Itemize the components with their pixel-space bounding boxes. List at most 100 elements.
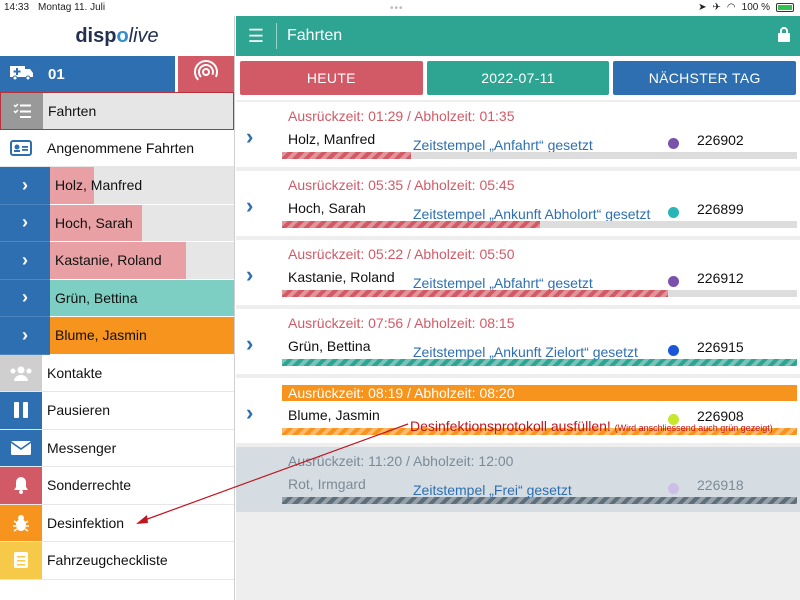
sidebar-item-sonderrechte[interactable]: Sonderrechte — [0, 467, 234, 505]
chevron-right-icon[interactable]: › — [246, 193, 253, 219]
sidebar-item-desinfektion[interactable]: Desinfektion — [0, 504, 234, 542]
chevron-right-icon[interactable]: › — [246, 124, 253, 150]
mail-icon — [0, 429, 42, 466]
sidebar-ride-label: Blume, Jasmin — [55, 327, 147, 344]
today-button[interactable]: HEUTE — [240, 61, 423, 95]
sidebar-ride-hoch-sarah[interactable]: › Hoch, Sarah — [0, 204, 234, 242]
ride-progress-cell: Hoch, Sarah — [50, 204, 234, 242]
chevron-right-icon[interactable]: › — [246, 262, 253, 288]
status-time: 14:33 — [4, 2, 30, 13]
sidebar-ride-label: Hoch, Sarah — [55, 214, 133, 231]
list-icon — [1, 93, 43, 129]
ride-number: 226912 — [697, 270, 744, 286]
sidebar-item-fahrzeugcheckliste[interactable]: Fahrzeugcheckliste — [0, 542, 234, 580]
ride-times: Ausrückzeit: 11:20 / Abholzeit: 12:00 — [288, 453, 514, 469]
ride-progress-bar — [282, 152, 797, 159]
sidebar-item-label: Sonderrechte — [47, 477, 132, 494]
radio-signal-icon — [194, 59, 219, 89]
sidebar-item-kontakte[interactable]: Kontakte — [0, 354, 234, 392]
hamburger-menu-icon[interactable]: ☰ — [236, 26, 276, 47]
ride-list: › Ausrückzeit: 01:29 / Abholzeit: 01:35 Ho… — [236, 100, 800, 600]
radio-signal-button[interactable] — [178, 56, 234, 92]
pause-icon — [0, 392, 42, 429]
ride-times: Ausrückzeit: 05:35 / Abholzeit: 05:45 — [288, 177, 515, 193]
sidebar-ride-holz-manfred[interactable]: › Holz, Manfred — [0, 167, 234, 205]
sidebar-item-label: Fahrzeugcheckliste — [47, 552, 168, 569]
ride-progress-bar — [282, 497, 797, 504]
logo-text-live: live — [128, 24, 159, 47]
annotation-main: Desinfektionsprotokoll ausfüllen! — [410, 418, 611, 434]
sidebar-item-angenommene-fahrten[interactable]: Angenommene Fahrten — [0, 129, 234, 167]
date-button[interactable]: 2022-07-11 — [426, 61, 610, 95]
sidebar: disp o live 01 Fahrten Angenommene Fahrten … — [0, 16, 235, 600]
sidebar-ride-kastanie-roland[interactable]: › Kastanie, Roland — [0, 242, 234, 280]
sidebar-item-label: Pausieren — [47, 402, 111, 419]
people-icon — [0, 354, 42, 391]
sidebar-item-pausieren[interactable]: Pausieren — [0, 392, 234, 430]
top-bar: ☰ Fahrten — [236, 16, 800, 56]
battery-icon — [776, 3, 794, 12]
ride-card[interactable]: › Ausrückzeit: 05:35 / Abholzeit: 05:45 Ho… — [236, 171, 800, 236]
ride-color-dot — [668, 207, 679, 218]
ride-patient-name: Grün, Bettina — [288, 338, 371, 354]
vehicle-selector[interactable]: 01 — [0, 56, 173, 92]
ride-number: 226915 — [697, 339, 744, 355]
ride-progress-bar — [282, 290, 797, 297]
next-day-button[interactable]: NÄCHSTER TAG — [613, 61, 797, 95]
vehicle-number: 01 — [48, 65, 65, 83]
ride-status: Zeitstempel „Frei“ gesetzt — [413, 482, 572, 498]
id-card-icon — [0, 129, 42, 166]
vehicle-divider — [172, 56, 176, 92]
sidebar-item-label: Angenommene Fahrten — [47, 139, 195, 156]
ride-times: Ausrückzeit: 01:29 / Abholzeit: 01:35 — [288, 108, 515, 124]
sidebar-item-label: Desinfektion — [47, 514, 125, 531]
sidebar-ride-label: Grün, Bettina — [55, 289, 138, 306]
battery-label: 100 % — [741, 2, 770, 13]
ride-progress-cell: Holz, Manfred — [50, 167, 234, 205]
wifi-icon: ◠ — [726, 2, 736, 13]
status-date: Montag 11. Juli — [38, 2, 106, 13]
ride-status: Zeitstempel „Ankunft Abholort“ gesetzt — [413, 206, 651, 222]
ride-card[interactable]: › Ausrückzeit: 07:56 / Abholzeit: 08:15 Gr… — [236, 309, 800, 374]
ride-patient-name: Kastanie, Roland — [288, 269, 395, 285]
ride-patient-name: Rot, Irmgard — [288, 476, 366, 492]
ride-progress-bar — [282, 221, 797, 228]
day-selector: HEUTE 2022-07-11 NÄCHSTER TAG — [236, 56, 800, 100]
sidebar-ride-blume-jasmin[interactable]: › Blume, Jasmin — [0, 317, 234, 355]
annotation-text: Desinfektionsprotokoll ausfüllen! (Wird … — [410, 418, 773, 434]
lock-icon[interactable] — [768, 26, 800, 46]
ride-card[interactable]: › Ausrückzeit: 05:22 / Abholzeit: 05:50 Ka… — [236, 240, 800, 305]
chevron-right-icon[interactable]: › — [246, 331, 253, 357]
logo-text-disp: disp — [75, 24, 117, 47]
status-right: ➤ ✈ ◠ 100 % — [698, 2, 794, 13]
status-bar: 14:33 Montag 11. Juli ••• ➤ ✈ ◠ 100 % — [0, 0, 800, 16]
ride-status: Zeitstempel „Ankunft Zielort“ gesetzt — [413, 344, 638, 360]
sidebar-item-fahrten[interactable]: Fahrten — [0, 92, 234, 130]
ride-patient-name: Hoch, Sarah — [288, 200, 366, 216]
main-panel: ☰ Fahrten HEUTE 2022-07-11 NÄCHSTER TAG › A… — [236, 16, 800, 600]
location-icon: ➤ — [698, 2, 707, 13]
chevron-right-icon: › — [0, 279, 50, 317]
ride-card[interactable]: › Ausrückzeit: 01:29 / Abholzeit: 01:35 Ho… — [236, 102, 800, 167]
ride-progress-fill — [282, 152, 411, 159]
sidebar-item-messenger[interactable]: Messenger — [0, 429, 234, 467]
ride-progress-cell: Blume, Jasmin — [50, 317, 234, 355]
sidebar-ride-grun-bettina[interactable]: › Grün, Bettina — [0, 279, 234, 317]
ride-progress-bar — [282, 359, 797, 366]
airplane-icon: ✈ — [712, 2, 721, 13]
multitasking-dots: ••• — [390, 3, 404, 14]
topbar-divider — [276, 23, 277, 49]
bug-icon — [0, 504, 42, 541]
ride-color-dot — [668, 276, 679, 287]
ride-card[interactable]: Ausrückzeit: 11:20 / Abholzeit: 12:00 Rot… — [236, 447, 800, 512]
ride-number: 226902 — [697, 132, 744, 148]
ride-progress-cell: Kastanie, Roland — [50, 242, 234, 280]
ride-number: 226899 — [697, 201, 744, 217]
sidebar-item-label: Fahrten — [48, 102, 97, 119]
ride-progress-fill — [282, 497, 797, 504]
chevron-right-icon[interactable]: › — [246, 400, 253, 426]
ride-status: Zeitstempel „Anfahrt“ gesetzt — [413, 137, 593, 153]
sidebar-ride-label: Holz, Manfred — [55, 177, 143, 194]
app-logo: disp o live — [0, 16, 234, 56]
ride-color-dot — [668, 138, 679, 149]
